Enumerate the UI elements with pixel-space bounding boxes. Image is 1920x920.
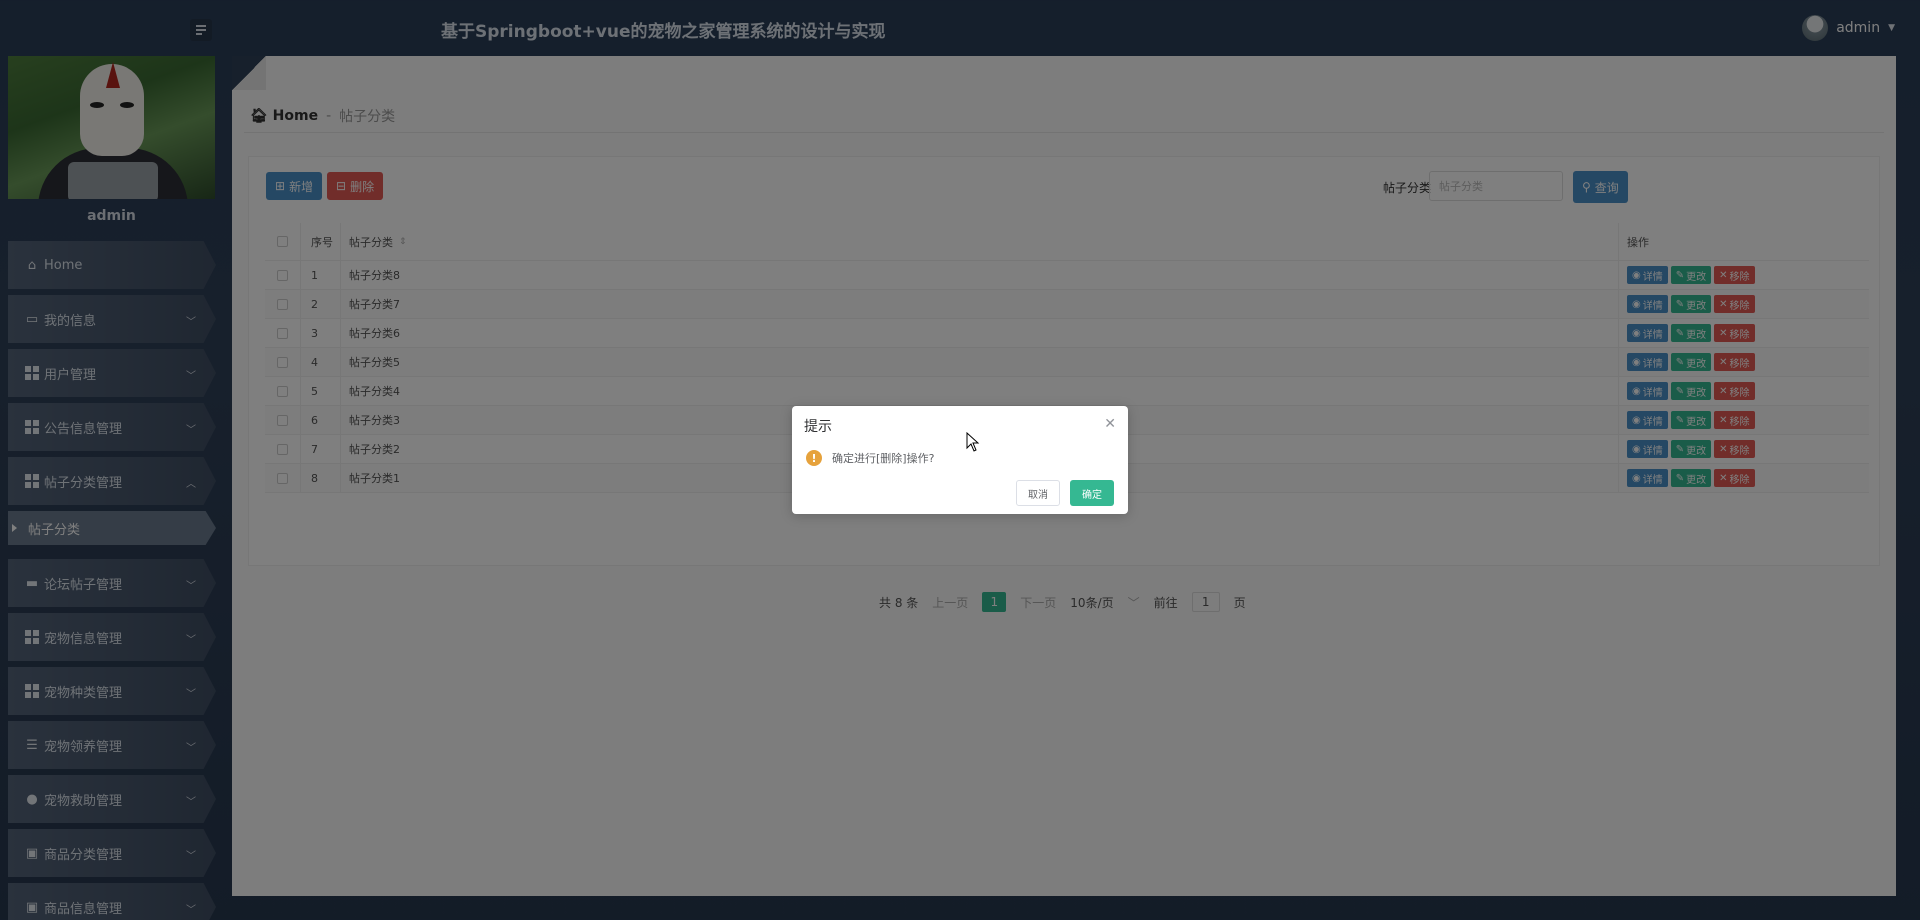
dialog-body: ! 确定进行[删除]操作? [806,450,934,466]
dialog-message: 确定进行[删除]操作? [832,452,935,465]
confirm-button[interactable]: 确定 [1070,480,1114,506]
warning-icon: ! [806,450,822,466]
confirm-dialog: 提示 ✕ ! 确定进行[删除]操作? 取消 确定 [792,406,1128,514]
cancel-button[interactable]: 取消 [1016,480,1060,506]
close-icon[interactable]: ✕ [1104,416,1116,432]
dialog-title: 提示 [804,419,832,435]
mouse-cursor-icon [966,432,980,452]
